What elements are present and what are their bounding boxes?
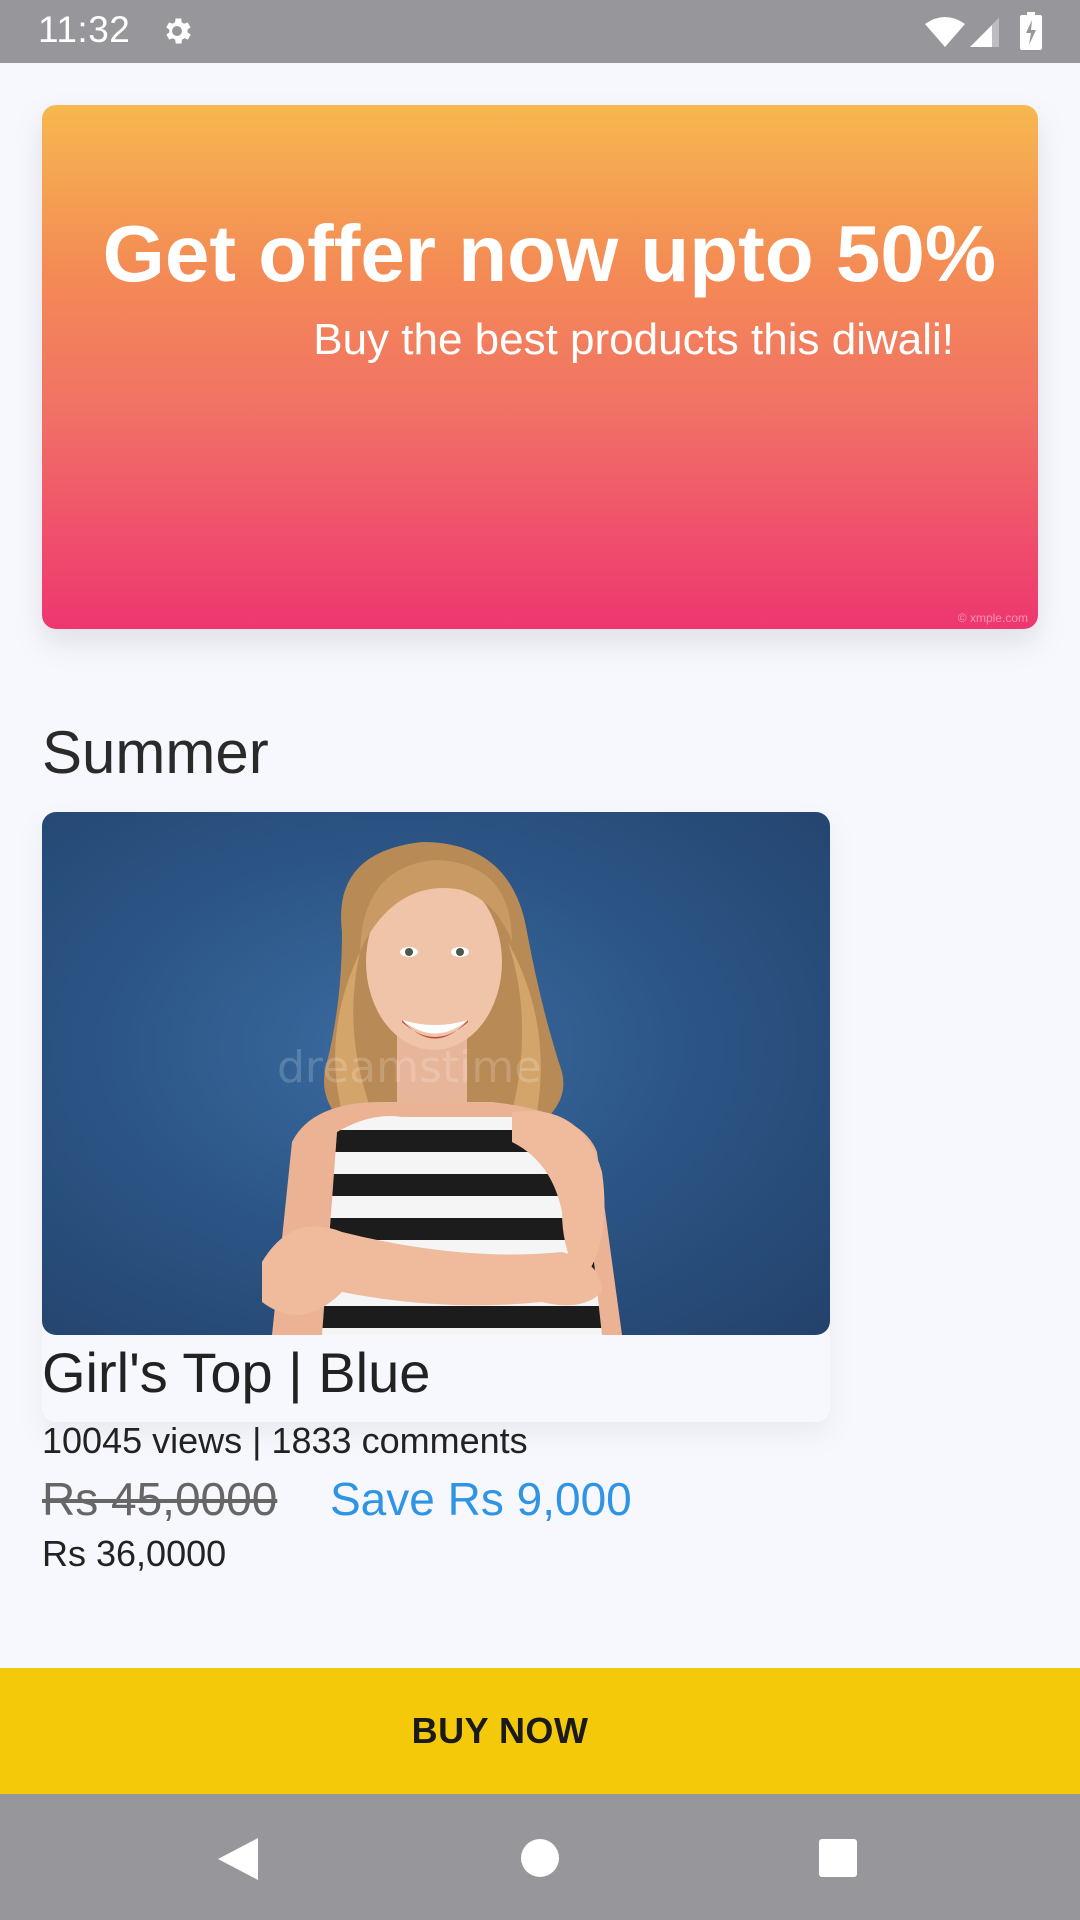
- product-photo: dreamstime: [262, 842, 622, 1335]
- banner-watermark: © xmple.com: [957, 611, 1028, 625]
- product-name: Girl's Top | Blue: [42, 1341, 431, 1404]
- buy-now-label: BUY NOW: [411, 1710, 589, 1751]
- product-card[interactable]: dreamstime: [42, 812, 830, 1422]
- battery-charging-icon: [1020, 12, 1042, 50]
- offer-banner[interactable]: Get offer now upto 50% Buy the best prod…: [42, 105, 1038, 629]
- status-bar: 11:32: [0, 0, 1080, 63]
- image-watermark: dreamstime: [277, 1042, 541, 1093]
- original-price: Rs 45,0000: [42, 1473, 278, 1525]
- section-title: Summer: [42, 719, 269, 786]
- wifi-icon: [925, 17, 965, 47]
- back-icon[interactable]: [216, 1836, 260, 1882]
- status-time: 11:32: [38, 9, 131, 50]
- recents-icon[interactable]: [818, 1838, 858, 1878]
- final-price: Rs 36,0000: [42, 1533, 227, 1574]
- buy-now-button[interactable]: BUY NOW: [0, 1668, 1080, 1794]
- banner-subtitle: Buy the best products this diwali!: [313, 315, 954, 364]
- save-label: Save Rs 9,000: [330, 1473, 632, 1525]
- product-stats: 10045 views | 1833 comments: [42, 1420, 528, 1461]
- banner-title: Get offer now upto 50%: [102, 209, 996, 298]
- gear-icon: [166, 18, 191, 44]
- product-image[interactable]: dreamstime: [42, 812, 830, 1335]
- home-icon[interactable]: [520, 1838, 560, 1878]
- signal-icon: [970, 18, 999, 47]
